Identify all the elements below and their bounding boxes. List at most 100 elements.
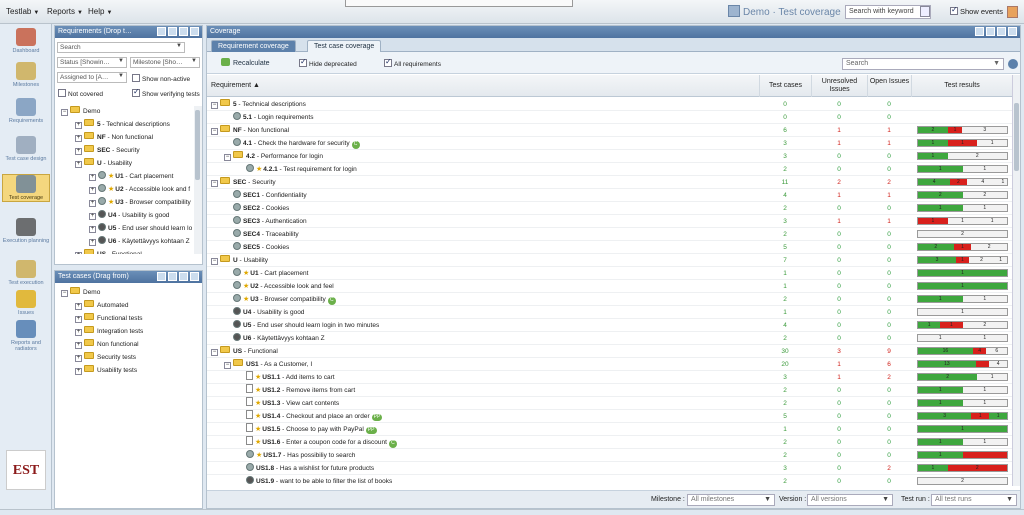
menu-reports[interactable]: Reports ▼ [47, 7, 83, 16]
milestone-filter[interactable]: Milestone [Sho… ▼ [130, 57, 200, 68]
tree-node[interactable]: + ★U1 - Cart placement [89, 171, 173, 182]
collapse-icon[interactable]: − [211, 102, 218, 109]
nav-item-test-coverage[interactable]: Test coverage [2, 174, 50, 202]
table-row[interactable]: − US1 - As a Customer, I 20 1 6 13 4 [207, 358, 1012, 371]
table-row[interactable]: − US - Functional 30 3 9 16 4 6 [207, 345, 1012, 358]
all-requirements-toggle[interactable]: All requirements [384, 57, 441, 68]
table-row[interactable]: − U - Usability 7 0 0 3 1 2 1 [207, 254, 1012, 267]
table-row[interactable]: ★US1.4 - Checkout and place an order PP 5 0… [207, 410, 1012, 423]
table-row[interactable]: SEC2 - Cookies 2 0 0 1 1 [207, 202, 1012, 215]
table-row[interactable]: US1.9 - want to be able to filter the li… [207, 475, 1012, 486]
export-icon[interactable] [975, 27, 984, 36]
expand-icon[interactable]: − [61, 109, 68, 116]
table-row[interactable]: ★US1.1 - Add items to cart 3 1 2 2 1 [207, 371, 1012, 384]
expand-icon[interactable]: + [75, 252, 82, 254]
column-unresolved-issues[interactable]: Unresolved Issues [811, 75, 867, 97]
version-select[interactable]: All versions ▼ [807, 494, 893, 506]
table-row[interactable]: ★US1.5 - Choose to pay with PayPal PP 1 0 0 1 [207, 423, 1012, 436]
edit-icon[interactable] [168, 272, 177, 281]
nav-item-test-execution[interactable]: Test execution [2, 260, 50, 286]
expand-icon[interactable]: + [75, 329, 82, 336]
expand-icon[interactable]: + [89, 239, 96, 246]
expand-icon[interactable]: + [75, 303, 82, 310]
top-drag-handle[interactable] [345, 0, 573, 7]
table-row[interactable]: US1.8 - Has a wishlist for future produc… [207, 462, 1012, 475]
expand-icon[interactable]: + [75, 161, 82, 168]
tree-node[interactable]: + Automated [75, 300, 128, 311]
all-requirements-checkbox[interactable] [384, 57, 392, 67]
show-events-checkbox[interactable] [950, 5, 958, 15]
show-verifying-toggle[interactable]: Show verifying tests [132, 87, 200, 98]
expand-icon[interactable]: + [89, 187, 96, 194]
milestone-select[interactable]: All milestones ▼ [687, 494, 775, 506]
tree-node[interactable]: + ★U3 - Browser compatibility [89, 197, 191, 208]
tree-node[interactable]: − Demo [61, 106, 100, 117]
tree-node[interactable]: + U4 - Usability is good [89, 210, 169, 221]
expand-icon[interactable]: + [75, 122, 82, 129]
column-requirement[interactable]: Requirement ▲ [207, 75, 759, 97]
tree-node[interactable]: + Non functional [75, 339, 139, 350]
add-icon[interactable] [157, 27, 166, 36]
coverage-search-input[interactable]: Search ▼ [842, 58, 1004, 70]
expand-icon[interactable]: + [75, 368, 82, 375]
collapse-icon[interactable] [190, 272, 199, 281]
tree-node[interactable]: + SEC - Security [75, 145, 140, 156]
table-row[interactable]: ★US1.2 - Remove items from cart 2 0 0 1 1 [207, 384, 1012, 397]
table-row[interactable]: ★US1.7 - Has possibiliy to search 2 0 0 1 [207, 449, 1012, 462]
requirements-search-input[interactable]: Search ▼ [57, 42, 185, 53]
table-row[interactable]: U4 - Usability is good 1 0 0 1 [207, 306, 1012, 319]
table-row[interactable]: 5.1 - Login requirements 0 0 0 [207, 111, 1012, 124]
tab-test-case-coverage[interactable]: Test case coverage [307, 40, 382, 52]
table-row[interactable]: 4.1 - Check the hardware for security C 3 1… [207, 137, 1012, 150]
collapse-icon[interactable]: − [211, 258, 218, 265]
nav-item-dashboard[interactable]: Dashboard [2, 28, 50, 54]
show-events-toggle[interactable]: Show events [950, 5, 1003, 16]
show-nonactive-checkbox[interactable] [132, 74, 140, 82]
menu-help[interactable]: Help ▼ [88, 7, 112, 16]
help-icon[interactable] [1008, 27, 1017, 36]
coverage-scrollbar[interactable] [1012, 75, 1020, 486]
expand-icon[interactable]: + [89, 200, 96, 207]
assigned-filter[interactable]: Assigned to [A… ▼ [57, 72, 127, 83]
add-icon[interactable] [157, 272, 166, 281]
expand-icon[interactable]: − [61, 290, 68, 297]
expand-icon[interactable]: + [75, 135, 82, 142]
nav-item-requirements[interactable]: Requirements [2, 98, 50, 124]
expand-icon[interactable]: + [75, 316, 82, 323]
expand-icon[interactable]: + [89, 226, 96, 233]
table-row[interactable]: −4.2 - Performance for login 3 0 0 1 2 [207, 150, 1012, 163]
not-covered-toggle[interactable]: Not covered [58, 89, 103, 98]
not-covered-checkbox[interactable] [58, 89, 66, 97]
table-row[interactable]: SEC1 - Confidentiality 4 1 1 2 2 [207, 189, 1012, 202]
nav-item-reports-and-radiators[interactable]: Reports and radiators [2, 320, 50, 352]
top-search-input[interactable]: Search with keyword [845, 5, 931, 19]
edit-icon[interactable] [168, 27, 177, 36]
table-row[interactable]: ★US1.3 - View cart contents 2 0 0 1 1 [207, 397, 1012, 410]
table-row[interactable]: ★U3 - Browser compatibility C 2 0 0 1 1 [207, 293, 1012, 306]
table-row[interactable]: − SEC - Security 11 2 2 4 2 4 1 [207, 176, 1012, 189]
user-icon[interactable] [1007, 6, 1018, 18]
expand-icon[interactable]: + [75, 355, 82, 362]
recalculate-button[interactable]: Recalculate [221, 58, 270, 67]
tree-node[interactable]: + U - Usability [75, 158, 132, 169]
refresh-icon[interactable] [997, 27, 1006, 36]
table-row[interactable]: ★US1.6 - Enter a coupon code for a disco… [207, 436, 1012, 449]
hide-deprecated-toggle[interactable]: Hide deprecated [299, 57, 357, 68]
test-run-select[interactable]: All test runs ▼ [931, 494, 1017, 506]
tree-node[interactable]: − Demo [61, 287, 100, 298]
status-filter[interactable]: Status [Showin… ▼ [57, 57, 127, 68]
tree-node[interactable]: + Usability tests [75, 365, 137, 376]
tree-node[interactable]: + Integration tests [75, 326, 143, 337]
refresh-icon[interactable] [179, 272, 188, 281]
tree-node[interactable]: + Security tests [75, 352, 136, 363]
table-row[interactable]: ★4.2.1 - Test requirement for login 2 0 0 1 1 [207, 163, 1012, 176]
table-row[interactable]: −5 - Technical descriptions 0 0 0 [207, 98, 1012, 111]
column-test-cases[interactable]: Test cases [759, 75, 811, 97]
menu-testlab[interactable]: Testlab ▼ [6, 7, 39, 16]
collapse-icon[interactable]: − [224, 362, 231, 369]
collapse-icon[interactable]: − [211, 349, 218, 356]
show-verifying-checkbox[interactable] [132, 87, 140, 97]
table-row[interactable]: ★U1 - Cart placement 1 0 0 1 [207, 267, 1012, 280]
search-icon[interactable] [920, 6, 930, 17]
expand-icon[interactable]: + [89, 174, 96, 181]
